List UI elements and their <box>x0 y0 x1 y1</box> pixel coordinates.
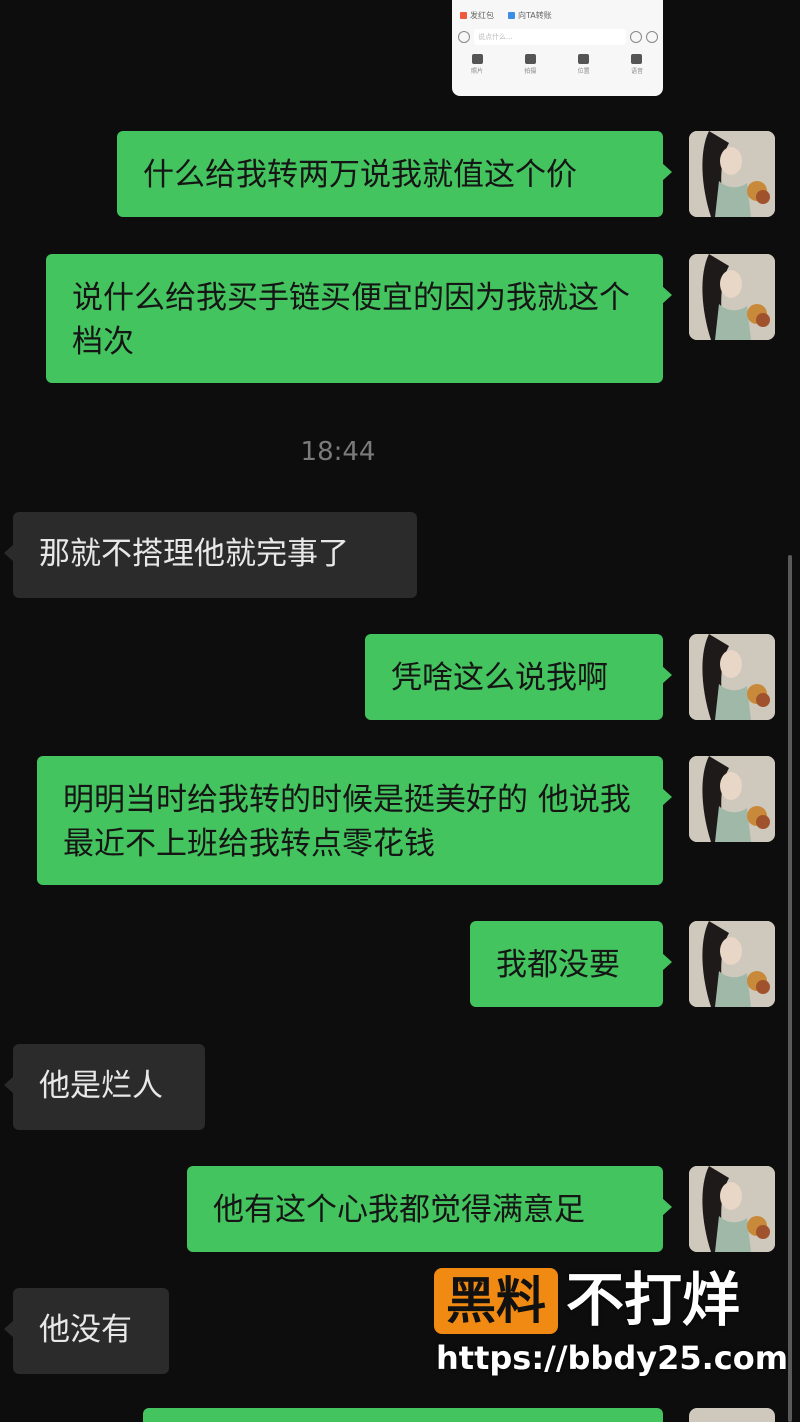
plus-icon <box>646 31 658 43</box>
message-text: 什么给我转两万说我就值这个价 <box>143 157 577 193</box>
embed-tool-photo: 照片 <box>462 54 492 75</box>
message-text: 凭啥这么说我啊 <box>391 660 608 696</box>
watermark-title: 不打烊 <box>566 1266 741 1334</box>
embed-tool-voice: 语音 <box>622 54 652 75</box>
avatar[interactable] <box>689 756 775 842</box>
embedded-screenshot[interactable]: 发红包 向TA转账 说点什么... 照片 拍摄 位置 语音 <box>452 0 663 96</box>
voice-icon <box>458 31 470 43</box>
message-bubble-outgoing[interactable]: 说什么给我买手链买便宜的因为我就这个档次 <box>46 254 672 383</box>
transfer-icon <box>508 12 515 19</box>
audio-icon <box>631 54 643 64</box>
message-bubble-outgoing[interactable]: 什么给我转两万说我就值这个价 <box>117 131 672 217</box>
embed-input: 说点什么... <box>474 29 626 45</box>
watermark-url: https://bbdy25.com <box>436 1339 789 1377</box>
embed-actions: 发红包 向TA转账 <box>460 10 552 21</box>
avatar-image <box>689 634 775 720</box>
avatar[interactable] <box>689 131 775 217</box>
embed-tool-location: 位置 <box>569 54 599 75</box>
location-icon <box>578 54 590 64</box>
embed-input-row: 说点什么... <box>458 28 658 46</box>
chat-screen: 发红包 向TA转账 说点什么... 照片 拍摄 位置 语音 什么给我转两万说我就… <box>0 0 800 1422</box>
message-bubble-outgoing[interactable]: 明明当时给我转的时候是挺美好的 他说我最近不上班给我转点零花钱 <box>37 756 672 885</box>
embed-transfer: 向TA转账 <box>508 10 552 21</box>
message-bubble-outgoing-partial[interactable] <box>143 1408 663 1422</box>
message-bubble-outgoing[interactable]: 他有这个心我都觉得满意足 <box>187 1166 672 1252</box>
embed-red-packet: 发红包 <box>460 10 494 21</box>
scrollbar[interactable] <box>788 555 792 1422</box>
message-bubble-incoming[interactable]: 他没有 <box>4 1288 169 1374</box>
message-text: 他有这个心我都觉得满意足 <box>213 1192 585 1228</box>
avatar[interactable] <box>689 254 775 340</box>
message-text: 说什么给我买手链买便宜的因为我就这个档次 <box>72 280 630 360</box>
embed-tools: 照片 拍摄 位置 语音 <box>462 54 652 75</box>
avatar-image <box>689 921 775 1007</box>
message-bubble-incoming[interactable]: 那就不搭理他就完事了 <box>4 512 417 598</box>
avatar-partial[interactable] <box>689 1408 775 1422</box>
emoji-icon <box>630 31 642 43</box>
avatar[interactable] <box>689 634 775 720</box>
avatar-image <box>689 1166 775 1252</box>
message-text: 他没有 <box>39 1312 132 1348</box>
message-text: 我都没要 <box>496 947 620 983</box>
avatar[interactable] <box>689 1166 775 1252</box>
photo-icon <box>471 54 483 64</box>
avatar[interactable] <box>689 921 775 1007</box>
avatar-image <box>689 131 775 217</box>
message-bubble-incoming[interactable]: 他是烂人 <box>4 1044 205 1130</box>
message-bubble-outgoing[interactable]: 凭啥这么说我啊 <box>365 634 672 720</box>
watermark-badge: 黑料 <box>434 1268 558 1334</box>
camera-icon <box>524 54 536 64</box>
message-bubble-outgoing[interactable]: 我都没要 <box>470 921 672 1007</box>
avatar-image <box>689 756 775 842</box>
message-text: 那就不搭理他就完事了 <box>39 536 349 572</box>
avatar-image <box>689 254 775 340</box>
message-text: 明明当时给我转的时候是挺美好的 他说我最近不上班给我转点零花钱 <box>63 782 631 862</box>
embed-tool-camera: 拍摄 <box>515 54 545 75</box>
message-timestamp: 18:44 <box>300 437 376 467</box>
message-text: 他是烂人 <box>39 1068 163 1104</box>
red-packet-icon <box>460 12 467 19</box>
